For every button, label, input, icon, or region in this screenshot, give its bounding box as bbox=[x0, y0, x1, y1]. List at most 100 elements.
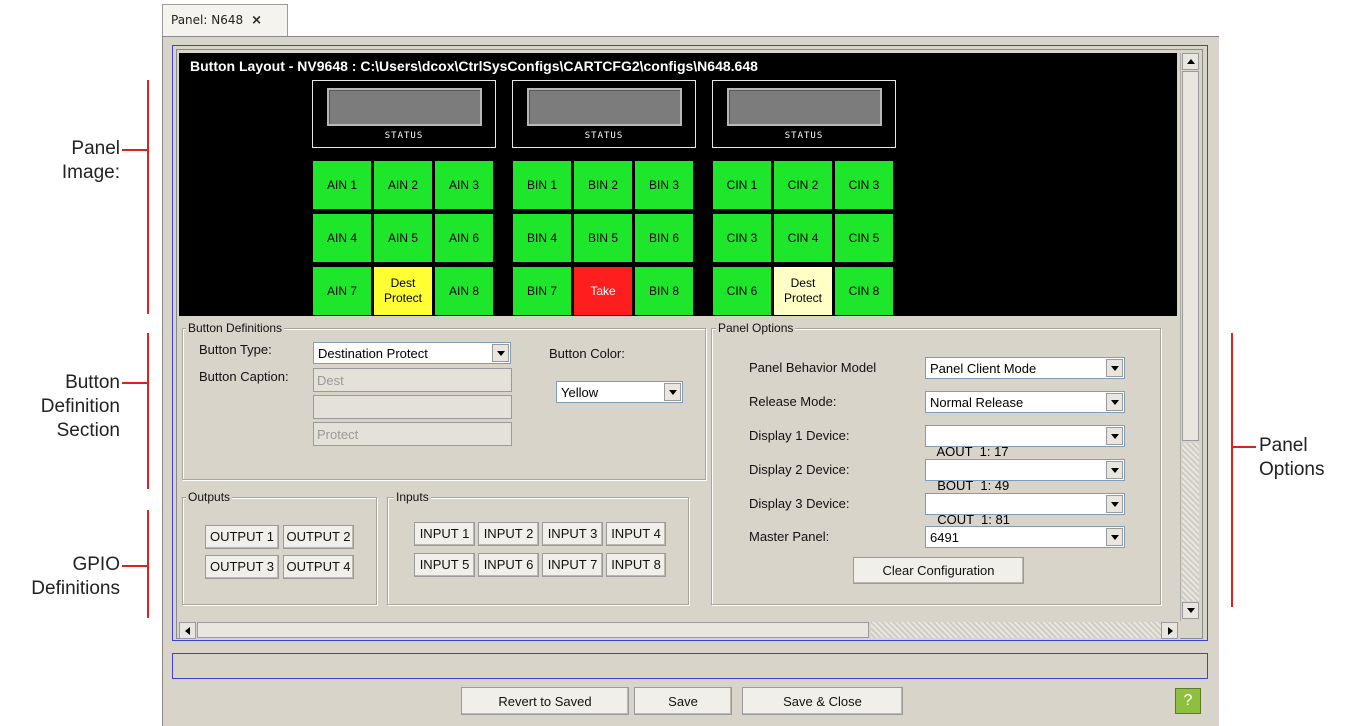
panel-button[interactable]: CIN 3 bbox=[835, 161, 893, 209]
inputs-title: Inputs bbox=[394, 490, 431, 504]
input-2-button[interactable]: INPUT 2 bbox=[478, 522, 539, 546]
output-2-button[interactable]: OUTPUT 2 bbox=[283, 525, 354, 549]
vertical-scrollbar[interactable] bbox=[1180, 53, 1199, 621]
release-mode-value: Normal Release bbox=[930, 395, 1024, 410]
panel-button[interactable]: AIN 2 bbox=[374, 161, 432, 209]
input-6-button[interactable]: INPUT 6 bbox=[478, 553, 539, 577]
chevron-down-icon[interactable] bbox=[664, 383, 681, 401]
panel-button[interactable]: CIN 6 bbox=[713, 267, 771, 315]
panel-button[interactable]: AIN 6 bbox=[435, 214, 493, 262]
callout-panel-options-line2: Options bbox=[1259, 459, 1325, 480]
scroll-right-arrow-icon[interactable] bbox=[1161, 622, 1178, 639]
button-type-select[interactable]: Destination Protect bbox=[313, 342, 511, 364]
caption-line-3[interactable]: Protect bbox=[313, 422, 512, 446]
panel-button[interactable]: BIN 6 bbox=[635, 214, 693, 262]
help-icon[interactable]: ? bbox=[1175, 688, 1201, 714]
panel-button[interactable]: BIN 4 bbox=[513, 214, 571, 262]
status-label: STATUS bbox=[384, 131, 424, 141]
panel-button[interactable]: AIN 8 bbox=[435, 267, 493, 315]
scroll-up-arrow-icon[interactable] bbox=[1182, 53, 1199, 70]
panel-button[interactable]: CIN 5 bbox=[835, 214, 893, 262]
tab-close-icon[interactable]: × bbox=[251, 13, 262, 28]
master-panel-select[interactable]: 6491 bbox=[925, 526, 1125, 548]
input-7-button[interactable]: INPUT 7 bbox=[542, 553, 603, 577]
clear-configuration-button[interactable]: Clear Configuration bbox=[853, 557, 1024, 584]
panel-button[interactable]: BIN 8 bbox=[635, 267, 693, 315]
display-2-device-value: BOUT 1: 49 bbox=[937, 478, 1010, 493]
output-4-button[interactable]: OUTPUT 4 bbox=[283, 555, 354, 579]
horizontal-scrollbar[interactable] bbox=[179, 621, 1180, 639]
panel-button[interactable]: BIN 1 bbox=[513, 161, 571, 209]
panel-button[interactable]: CIN 1 bbox=[713, 161, 771, 209]
status-bar bbox=[172, 653, 1208, 679]
caption-line-2[interactable] bbox=[313, 395, 512, 419]
panel-button-dest-protect[interactable]: Dest Protect bbox=[374, 267, 432, 315]
horizontal-scroll-thumb[interactable] bbox=[197, 622, 869, 638]
callout-panel-image-line2: Image: bbox=[61, 162, 120, 183]
chevron-down-icon[interactable] bbox=[1106, 495, 1123, 513]
panel-behavior-value: Panel Client Mode bbox=[930, 361, 1037, 376]
inputs-group bbox=[387, 497, 689, 605]
display-2-device-select[interactable]: BOUT 1: 49 bbox=[925, 459, 1125, 493]
panel-button[interactable]: BIN 3 bbox=[635, 161, 693, 209]
panel-behavior-label: Panel Behavior Model bbox=[749, 360, 877, 375]
chevron-down-icon[interactable] bbox=[1106, 393, 1123, 411]
panel-button[interactable]: CIN 8 bbox=[835, 267, 893, 315]
panel-button[interactable]: AIN 4 bbox=[313, 214, 371, 262]
panel-button[interactable]: CIN 2 bbox=[774, 161, 832, 209]
panel-behavior-select[interactable]: Panel Client Mode bbox=[925, 357, 1125, 379]
callout-panel-image-line1: Panel bbox=[71, 138, 120, 159]
input-1-button[interactable]: INPUT 1 bbox=[414, 522, 475, 546]
callout-panel-image: Panel Image: bbox=[60, 137, 120, 185]
save-button[interactable]: Save bbox=[634, 687, 732, 715]
input-4-button[interactable]: INPUT 4 bbox=[606, 522, 666, 546]
button-layout-title: Button Layout - NV9648 : C:\Users\dcox\C… bbox=[190, 58, 758, 74]
input-5-button[interactable]: INPUT 5 bbox=[414, 553, 475, 577]
panel-button[interactable]: AIN 7 bbox=[313, 267, 371, 315]
panel-button[interactable]: CIN 4 bbox=[774, 214, 832, 262]
callout-pointer bbox=[122, 149, 148, 151]
panel-button[interactable]: BIN 2 bbox=[574, 161, 632, 209]
display-2-device-label: Display 2 Device: bbox=[749, 462, 850, 477]
panel-button[interactable]: CIN 3 bbox=[713, 214, 771, 262]
revert-to-saved-button[interactable]: Revert to Saved bbox=[461, 687, 629, 715]
chevron-down-icon[interactable] bbox=[492, 344, 509, 362]
display-3-device-select[interactable]: COUT 1: 81 bbox=[925, 493, 1125, 527]
panel-button[interactable]: AIN 3 bbox=[435, 161, 493, 209]
scroll-left-arrow-icon[interactable] bbox=[179, 622, 196, 639]
input-8-button[interactable]: INPUT 8 bbox=[606, 553, 666, 577]
display-1-device-select[interactable]: AOUT 1: 17 bbox=[925, 425, 1125, 459]
vertical-scroll-thumb[interactable] bbox=[1182, 71, 1199, 441]
vertical-scroll-track[interactable] bbox=[1182, 443, 1199, 601]
release-mode-select[interactable]: Normal Release bbox=[925, 391, 1125, 413]
status-display-3[interactable]: STATUS bbox=[712, 80, 896, 148]
button-color-select[interactable]: Yellow bbox=[556, 381, 683, 403]
chevron-down-icon[interactable] bbox=[1106, 461, 1123, 479]
status-display-2[interactable]: STATUS bbox=[512, 80, 696, 148]
display-1-device-label: Display 1 Device: bbox=[749, 428, 850, 443]
caption-line-1[interactable]: Dest bbox=[313, 368, 512, 392]
display-1-device-value: AOUT 1: 17 bbox=[936, 444, 1009, 459]
panel-button-dest-protect[interactable]: Dest Protect bbox=[774, 267, 832, 315]
callout-gpio: GPIO Definitions bbox=[8, 553, 120, 601]
outputs-group bbox=[182, 497, 377, 605]
chevron-down-icon[interactable] bbox=[1106, 427, 1123, 445]
panel-button[interactable]: AIN 1 bbox=[313, 161, 371, 209]
scroll-down-arrow-icon[interactable] bbox=[1182, 602, 1199, 619]
callout-panel-options: Panel Options bbox=[1259, 434, 1349, 482]
button-type-label: Button Type: bbox=[199, 342, 272, 357]
status-display-1[interactable]: STATUS bbox=[312, 80, 496, 148]
panel-button[interactable]: BIN 5 bbox=[574, 214, 632, 262]
panel-button[interactable]: BIN 7 bbox=[513, 267, 571, 315]
chevron-down-icon[interactable] bbox=[1106, 359, 1123, 377]
panel-button[interactable]: AIN 5 bbox=[374, 214, 432, 262]
input-3-button[interactable]: INPUT 3 bbox=[542, 522, 603, 546]
panel-button-take[interactable]: Take bbox=[574, 267, 632, 315]
callout-panel-options-line1: Panel bbox=[1259, 435, 1308, 456]
chevron-down-icon[interactable] bbox=[1106, 528, 1123, 546]
horizontal-scroll-track[interactable] bbox=[871, 622, 1161, 638]
output-1-button[interactable]: OUTPUT 1 bbox=[205, 525, 279, 549]
output-3-button[interactable]: OUTPUT 3 bbox=[205, 555, 279, 579]
save-and-close-button[interactable]: Save & Close bbox=[742, 687, 903, 715]
tab-panel-n648[interactable]: Panel: N648 × bbox=[162, 4, 288, 37]
